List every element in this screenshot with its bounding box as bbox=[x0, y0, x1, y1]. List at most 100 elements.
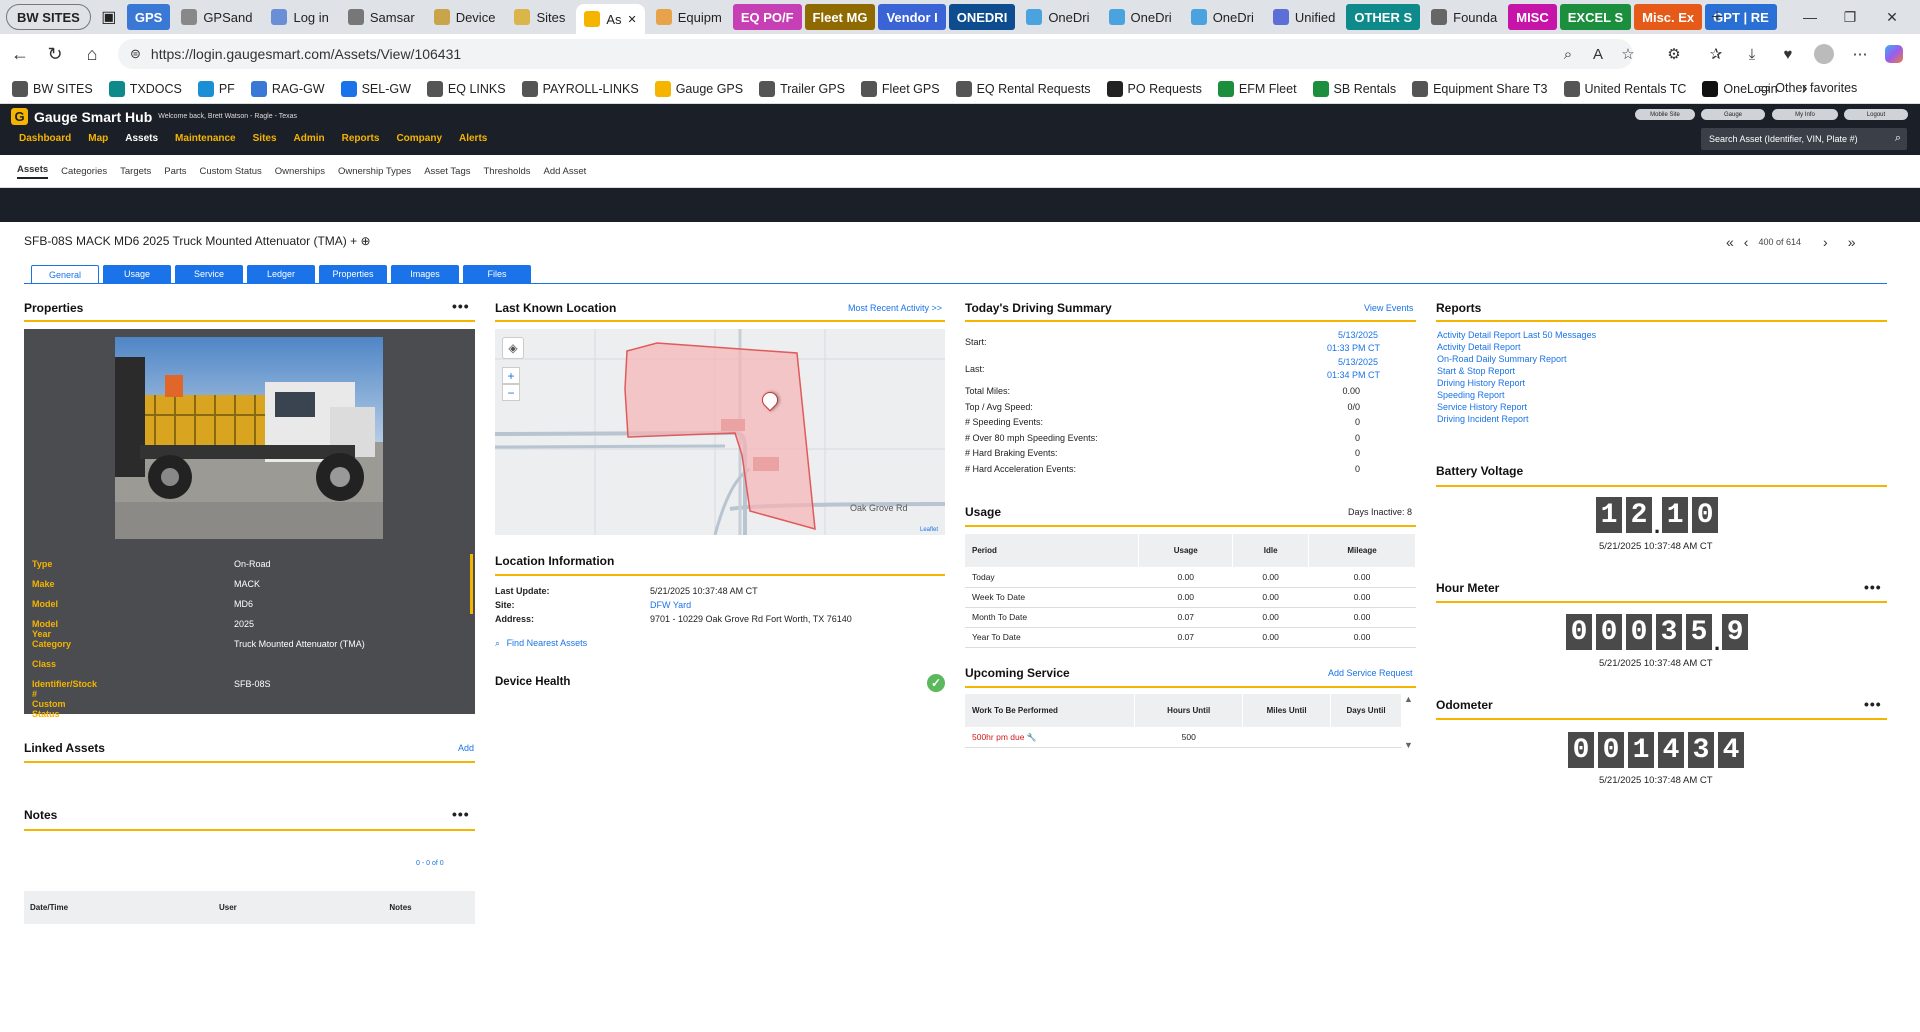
report-link[interactable]: Speeding Report bbox=[1437, 390, 1505, 400]
tab-usage[interactable]: Usage bbox=[103, 265, 171, 283]
next-page-icon[interactable]: › bbox=[1823, 234, 1828, 250]
browser-tab[interactable]: Sites bbox=[506, 4, 573, 30]
profile-avatar[interactable] bbox=[1812, 42, 1836, 66]
view-events-link[interactable]: View Events bbox=[1364, 303, 1413, 313]
col-header[interactable]: Period bbox=[965, 534, 1140, 567]
asset-photo[interactable] bbox=[115, 337, 383, 539]
col-header[interactable]: User bbox=[209, 891, 326, 924]
report-link[interactable]: Activity Detail Report bbox=[1437, 342, 1521, 352]
bookmark-item[interactable]: TXDOCS bbox=[108, 80, 182, 97]
nav-company[interactable]: Company bbox=[396, 133, 442, 144]
my-info-button[interactable]: My Info bbox=[1772, 109, 1838, 120]
nav-alerts[interactable]: Alerts bbox=[459, 133, 487, 144]
browser-tab[interactable]: OneDri bbox=[1101, 4, 1180, 30]
subnav-item[interactable]: Thresholds bbox=[483, 166, 530, 177]
browser-tab[interactable]: EXCEL S bbox=[1559, 4, 1632, 30]
col-header[interactable]: Usage bbox=[1138, 534, 1234, 567]
browser-tab[interactable]: Equipm bbox=[648, 4, 730, 30]
bookmark-item[interactable]: EQ Rental Requests bbox=[955, 80, 1091, 97]
col-header[interactable]: Miles Until bbox=[1242, 694, 1332, 727]
search-icon[interactable]: ⌕ bbox=[1895, 132, 1901, 145]
start-time[interactable]: 01:33 PM CT bbox=[1300, 343, 1380, 353]
browser-tab[interactable]: MISC bbox=[1508, 4, 1557, 30]
subnav-item[interactable]: Asset Tags bbox=[424, 166, 470, 177]
col-header[interactable]: Idle bbox=[1232, 534, 1310, 567]
location-map[interactable]: Oak Grove Rd Leaflet ◈ + − bbox=[495, 329, 945, 535]
mobile-site-button[interactable]: Mobile Site bbox=[1635, 109, 1695, 120]
hour-meter-menu-icon[interactable]: ••• bbox=[1864, 579, 1882, 595]
browser-tab[interactable]: OTHER S bbox=[1346, 4, 1421, 30]
last-time[interactable]: 01:34 PM CT bbox=[1300, 370, 1380, 380]
subnav-item[interactable]: Parts bbox=[164, 166, 186, 177]
bookmark-item[interactable]: EFM Fleet bbox=[1217, 80, 1297, 97]
home-icon[interactable]: ⌂ bbox=[75, 37, 109, 71]
back-icon[interactable]: ← bbox=[3, 37, 37, 71]
nav-dashboard[interactable]: Dashboard bbox=[19, 133, 71, 144]
scroll-up-icon[interactable]: ▲ bbox=[1404, 694, 1413, 704]
subnav-item[interactable]: Ownerships bbox=[275, 166, 325, 177]
bookmark-item[interactable]: EQ LINKS bbox=[426, 80, 506, 97]
report-link[interactable]: Activity Detail Report Last 50 Messages bbox=[1437, 330, 1596, 340]
odometer-menu-icon[interactable]: ••• bbox=[1864, 696, 1882, 712]
browser-tab[interactable]: Vendor I bbox=[878, 4, 946, 30]
notes-menu-icon[interactable]: ••• bbox=[452, 806, 470, 822]
close-window-icon[interactable]: ✕ bbox=[1872, 0, 1912, 34]
browser-tab[interactable]: Founda bbox=[1423, 4, 1505, 30]
nav-assets[interactable]: Assets bbox=[125, 133, 158, 144]
properties-menu-icon[interactable]: ••• bbox=[452, 298, 470, 314]
other-favorites[interactable]: ▭ Other favorites bbox=[1758, 80, 1857, 96]
report-link[interactable]: Driving Incident Report bbox=[1437, 414, 1529, 424]
tab-actions-icon[interactable]: ▣ bbox=[94, 5, 124, 29]
browser-tab[interactable]: ONEDRI bbox=[948, 4, 1016, 30]
subnav-item[interactable]: Categories bbox=[61, 166, 107, 177]
browser-tab[interactable]: EQ PO/F bbox=[732, 4, 802, 30]
last-date[interactable]: 5/13/2025 bbox=[1330, 357, 1378, 367]
zoom-out-icon[interactable]: − bbox=[502, 384, 520, 401]
col-header[interactable]: Date/Time bbox=[24, 891, 209, 924]
bookmark-item[interactable]: Gauge GPS bbox=[654, 80, 743, 97]
copilot-icon[interactable] bbox=[1882, 42, 1906, 66]
subnav-item[interactable]: Targets bbox=[120, 166, 151, 177]
subnav-item[interactable]: Assets bbox=[17, 164, 49, 179]
bookmark-item[interactable]: SB Rentals bbox=[1312, 80, 1396, 97]
browser-tab[interactable]: BW SITES bbox=[6, 4, 91, 30]
tab-general[interactable]: General bbox=[31, 265, 99, 283]
asset-search-input[interactable]: Search Asset (Identifier, VIN, Plate #) … bbox=[1701, 128, 1907, 150]
zoom-icon[interactable]: ⌕ bbox=[1556, 42, 1580, 66]
report-link[interactable]: On-Road Daily Summary Report bbox=[1437, 354, 1567, 364]
browser-tab[interactable]: Unified bbox=[1265, 4, 1343, 30]
close-tab-icon[interactable]: ✕ bbox=[628, 13, 637, 26]
browser-tab[interactable]: Misc. Ex bbox=[1634, 4, 1703, 30]
bookmark-item[interactable]: Fleet GPS bbox=[860, 80, 940, 97]
tab-properties[interactable]: Properties bbox=[319, 265, 387, 283]
gauge-button[interactable]: Gauge bbox=[1701, 109, 1765, 120]
browser-essentials-icon[interactable]: ♥ bbox=[1776, 42, 1800, 66]
bookmark-item[interactable]: PF bbox=[197, 80, 235, 97]
find-nearest-link[interactable]: ⌕ Find Nearest Assets bbox=[495, 638, 587, 649]
restore-icon[interactable]: ❐ bbox=[1830, 0, 1870, 34]
browser-tab[interactable]: OneDri bbox=[1018, 4, 1097, 30]
prev-page-icon[interactable]: ‹ bbox=[1744, 234, 1749, 250]
bookmark-item[interactable]: Equipment Share T3 bbox=[1412, 80, 1548, 97]
bookmark-item[interactable]: Trailer GPS bbox=[759, 80, 845, 97]
service-row[interactable]: 500hr pm due 🔧 500 bbox=[965, 727, 1402, 748]
downloads-icon[interactable]: ⤓ bbox=[1740, 42, 1764, 66]
service-name[interactable]: 500hr pm due bbox=[972, 732, 1024, 742]
favorite-icon[interactable]: ☆ bbox=[1616, 42, 1640, 66]
recent-activity-link[interactable]: Most Recent Activity >> bbox=[848, 303, 942, 313]
logout-button[interactable]: Logout bbox=[1844, 109, 1908, 120]
browser-tab[interactable]: Device bbox=[426, 4, 504, 30]
new-tab-button[interactable]: ＋ bbox=[1697, 0, 1737, 34]
col-header[interactable]: Work To Be Performed bbox=[965, 694, 1136, 727]
col-header[interactable]: Notes bbox=[326, 891, 475, 924]
tab-ledger[interactable]: Ledger bbox=[247, 265, 315, 283]
favorites-icon[interactable]: ✰ bbox=[1704, 42, 1728, 66]
browser-tab[interactable]: OneDri bbox=[1183, 4, 1262, 30]
site-link[interactable]: DFW Yard bbox=[650, 600, 691, 610]
subnav-item[interactable]: Add Asset bbox=[543, 166, 586, 177]
browser-tab[interactable]: Samsar bbox=[340, 4, 423, 30]
nav-admin[interactable]: Admin bbox=[294, 133, 325, 144]
nav-reports[interactable]: Reports bbox=[342, 133, 380, 144]
map-attribution[interactable]: Leaflet bbox=[920, 527, 938, 533]
bookmark-item[interactable]: United Rentals TC bbox=[1563, 80, 1686, 97]
